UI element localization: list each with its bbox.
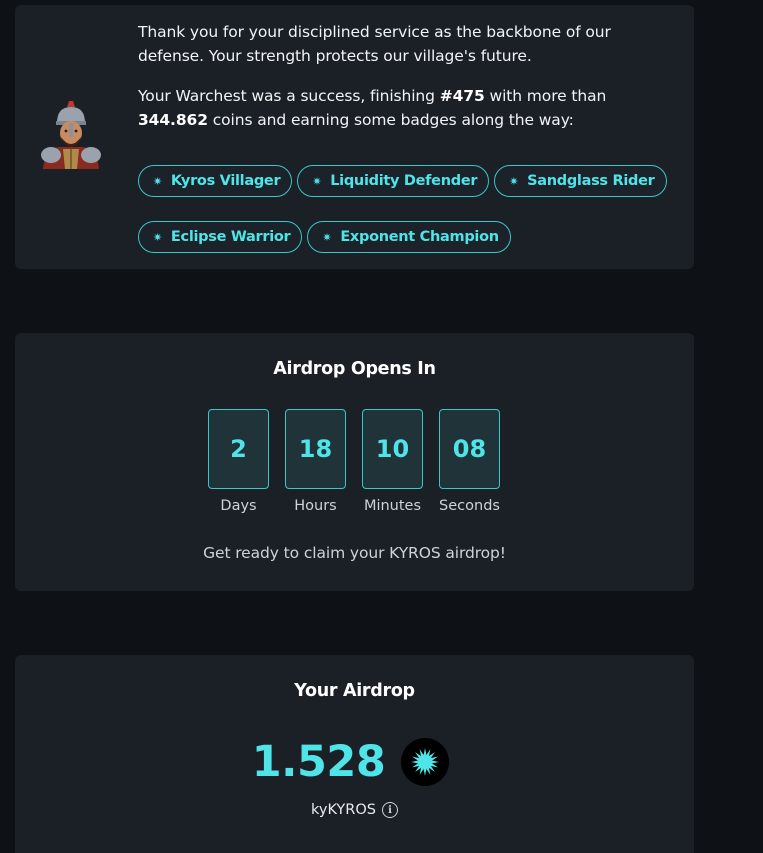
sparkle-icon: ✷ (312, 174, 322, 188)
timer-days: 2 Days (208, 409, 269, 514)
timer-value: 2 (208, 409, 269, 489)
warchest-result-text: Your Warchest was a success, finishing #… (138, 84, 654, 132)
sparkle-icon: ✷ (322, 230, 332, 244)
badge-label: Liquidity Defender (330, 173, 478, 189)
badge-label: Eclipse Warrior (170, 229, 291, 245)
timer-seconds: 08 Seconds (439, 409, 500, 514)
result-middle: with more than (484, 87, 607, 105)
badges-row: ✷ Eclipse Warrior ✷ Exponent Champion (138, 221, 664, 253)
result-prefix: Your Warchest was a success, finishing (138, 87, 440, 105)
airdrop-unit-row: kyKYROS i (15, 802, 694, 818)
badge-label: Kyros Villager (170, 173, 281, 189)
result-suffix: coins and earning some badges along the … (207, 111, 574, 129)
timer-label: Days (220, 498, 257, 514)
badge-eclipse-warrior: ✷ Eclipse Warrior (138, 221, 303, 253)
timer-label: Minutes (363, 498, 422, 514)
airdrop-amount-row: 1.528 (15, 737, 694, 787)
countdown-subtitle: Get ready to claim your KYROS airdrop! (203, 544, 506, 562)
airdrop-unit: kyKYROS (310, 802, 376, 818)
timer-minutes: 10 Minutes (362, 409, 423, 514)
airdrop-title: Your Airdrop (294, 681, 415, 701)
badge-label: Exponent Champion (340, 229, 499, 245)
timer-value: 18 (285, 409, 346, 489)
coins-value: 344.862 (138, 111, 208, 129)
countdown-timer: 2 Days 18 Hours 10 Minutes 08 Seconds (208, 409, 500, 514)
badges-row: ✷ Kyros Villager ✷ Liquidity Defender ✷ San… (138, 165, 667, 197)
rank-value: #475 (439, 87, 485, 105)
sparkle-icon: ✷ (509, 174, 519, 188)
badge-exponent-champion: ✷ Exponent Champion (307, 221, 511, 253)
badge-kyros-villager: ✷ Kyros Villager (138, 165, 293, 197)
badge-sandglass-rider: ✷ Sandglass Rider (494, 165, 667, 197)
timer-label: Seconds (439, 498, 500, 514)
kyros-token-icon (401, 738, 450, 786)
warchest-card: Thank you for your disciplined service a… (15, 5, 694, 269)
countdown-card: Airdrop Opens In 2 Days 18 Hours 10 Minu… (15, 333, 694, 591)
warrior-avatar (33, 97, 109, 173)
timer-label: Hours (294, 498, 337, 514)
timer-value: 10 (362, 409, 423, 489)
airdrop-card: Your Airdrop 1.528 kyKYROS i (15, 655, 694, 853)
badge-liquidity-defender: ✷ Liquidity Defender (297, 165, 490, 197)
badge-label: Sandglass Rider (527, 173, 655, 189)
countdown-title: Airdrop Opens In (273, 359, 436, 379)
sparkle-icon: ✷ (153, 174, 162, 188)
sparkle-icon: ✷ (153, 230, 162, 244)
warchest-thanks-text: Thank you for your disciplined service a… (138, 23, 611, 65)
info-icon[interactable]: i (382, 802, 398, 818)
timer-hours: 18 Hours (285, 409, 346, 514)
airdrop-amount: 1.528 (251, 737, 386, 787)
timer-value: 08 (439, 409, 500, 489)
